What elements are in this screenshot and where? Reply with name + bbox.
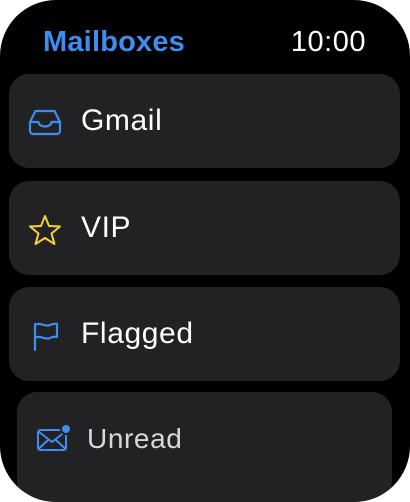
mailbox-item-flagged[interactable]: Flagged bbox=[9, 287, 400, 381]
unread-envelope-icon bbox=[36, 423, 72, 453]
mailbox-label: Flagged bbox=[81, 317, 194, 350]
star-icon bbox=[27, 214, 63, 245]
page-title[interactable]: Mailboxes bbox=[43, 26, 185, 59]
mailbox-label: Unread bbox=[87, 423, 183, 454]
header: Mailboxes 10:00 bbox=[0, 0, 410, 72]
mailbox-item-gmail[interactable]: Gmail bbox=[9, 74, 400, 168]
mailbox-item-vip[interactable]: VIP bbox=[9, 181, 400, 275]
inbox-tray-icon bbox=[27, 107, 63, 137]
mailbox-item-unread[interactable]: Unread bbox=[17, 392, 392, 502]
mailbox-label: Gmail bbox=[81, 104, 163, 137]
clock-time: 10:00 bbox=[290, 26, 366, 58]
flag-icon bbox=[27, 320, 63, 352]
watch-screen: Mailboxes 10:00 Gmail VIP Flagged Unread bbox=[0, 0, 410, 502]
mailbox-label: VIP bbox=[81, 211, 132, 244]
